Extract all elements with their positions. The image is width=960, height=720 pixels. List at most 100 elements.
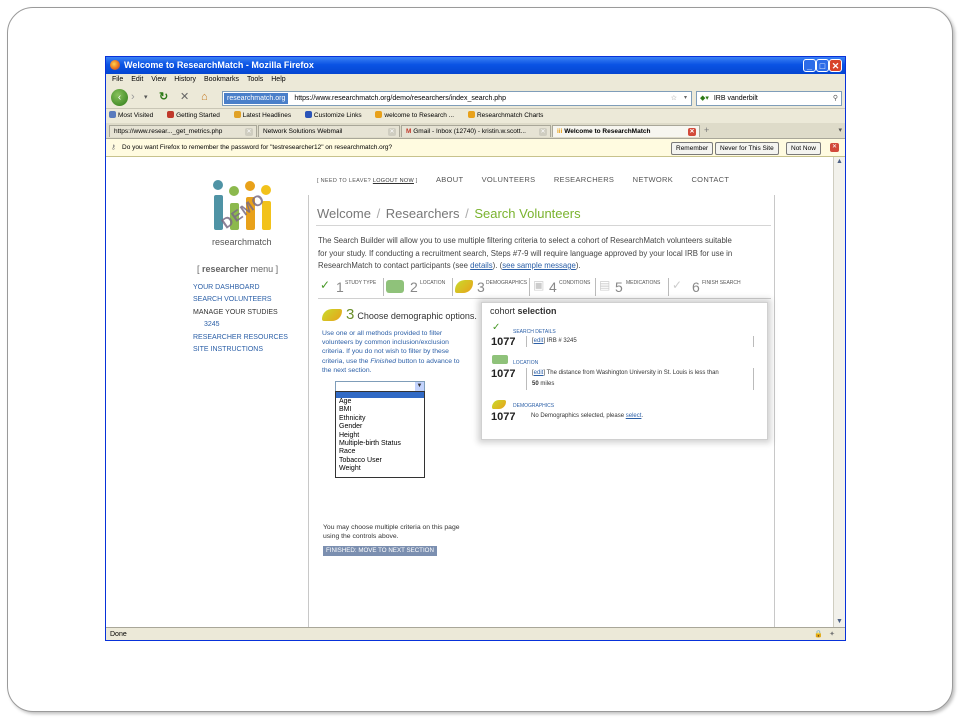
logo-dot	[245, 181, 255, 191]
step-divider	[595, 278, 596, 296]
never-for-site-button[interactable]: Never for This Site	[715, 142, 779, 155]
option-weight[interactable]: Weight	[336, 465, 424, 473]
home-icon[interactable]: ⌂	[201, 91, 208, 104]
close-tab-icon[interactable]: ✕	[245, 128, 253, 136]
close-tab-icon[interactable]: ✕	[539, 128, 547, 136]
close-tab-icon[interactable]: ✕	[388, 128, 396, 136]
nav-about[interactable]: ABOUT	[436, 175, 463, 184]
addon-icon[interactable]: ✦	[829, 628, 835, 640]
tab-webmail[interactable]: Network Solutions Webmail ✕	[258, 125, 400, 137]
menu-site-instructions[interactable]: SITE INSTRUCTIONS	[193, 344, 288, 357]
nav-contact[interactable]: CONTACT	[691, 175, 729, 184]
demographics-description: Use one or all methods provided to filte…	[322, 330, 460, 374]
researcher-menu-header: [ researcher menu ]	[197, 264, 279, 274]
minimize-button[interactable]: _	[803, 59, 816, 72]
new-tab-icon[interactable]: +	[704, 125, 709, 135]
search-engine-icon[interactable]: ◆▾	[700, 95, 709, 102]
menu-search-volunteers[interactable]: SEARCH VOLUNTEERS	[193, 294, 288, 307]
cohort-section-label: DEMOGRAPHICS	[513, 403, 555, 409]
tab-gmail[interactable]: M Gmail - Inbox (12740) - kristin.w.scot…	[401, 125, 551, 137]
scroll-up-icon[interactable]: ▲	[834, 157, 845, 167]
back-icon[interactable]: ‹	[111, 89, 128, 106]
chevron-down-icon[interactable]: ▼	[415, 382, 424, 391]
option-tobacco-user[interactable]: Tobacco User	[336, 457, 424, 465]
menu-history[interactable]: History	[174, 76, 196, 83]
bookmark-star-icon[interactable]: ☆	[671, 92, 677, 105]
checkmark-icon: ✓	[492, 322, 501, 333]
search-bar[interactable]: ◆▾ IRB vanderbilt ⚲	[696, 91, 842, 106]
logo-bar	[214, 195, 223, 230]
menu-dashboard[interactable]: YOUR DASHBOARD	[193, 282, 288, 295]
close-tab-icon[interactable]: ✕	[688, 128, 696, 136]
edit-link[interactable]: edit	[534, 370, 544, 376]
menu-edit[interactable]: Edit	[131, 76, 143, 83]
select-link[interactable]: select	[626, 413, 642, 419]
option-gender[interactable]: Gender	[336, 423, 424, 431]
url-dropdown-icon[interactable]: ▾	[684, 92, 687, 105]
breadcrumb-welcome[interactable]: Welcome	[317, 206, 371, 221]
not-now-button[interactable]: Not Now	[786, 142, 821, 155]
bookmark-icon	[109, 111, 116, 118]
menu-researcher-resources[interactable]: RESEARCHER RESOURCES	[193, 332, 288, 345]
cohort-count: 1077	[491, 411, 516, 423]
option-multiple-birth[interactable]: Multiple-birth Status	[336, 440, 424, 448]
cohort-count: 1077	[491, 336, 516, 348]
finished-next-section-button[interactable]: FINISHED: MOVE TO NEXT SECTION	[323, 546, 437, 556]
option-race[interactable]: Race	[336, 448, 424, 456]
logo-text: researchmatch	[212, 237, 272, 247]
scroll-down-icon[interactable]: ▼	[834, 617, 845, 627]
tab-researchmatch[interactable]: ііі Welcome to ResearchMatch ✕	[552, 125, 700, 137]
sample-message-link[interactable]: see sample message	[502, 261, 576, 270]
close-window-button[interactable]: ✕	[829, 59, 842, 72]
demographics-heading: 3 Choose demographic options.	[322, 306, 477, 323]
menu-file[interactable]: File	[112, 76, 123, 83]
tab-metrics[interactable]: https://www.resear..._get_metrics.php ✕	[109, 125, 257, 137]
site-identity-badge[interactable]: researchmatch.org	[224, 93, 289, 104]
intro-text: The Search Builder will allow you to use…	[318, 236, 733, 270]
cohort-search-details: [edit] IRB # 3245	[526, 336, 754, 347]
option-ethnicity[interactable]: Ethnicity	[336, 415, 424, 423]
bookmark-most-visited[interactable]: Most Visited	[106, 111, 159, 119]
close-notification-icon[interactable]: ✕	[830, 143, 839, 152]
option-age[interactable]: Age	[336, 398, 424, 406]
nav-volunteers[interactable]: VOLUNTEERS	[482, 175, 536, 184]
menu-tools[interactable]: Tools	[247, 76, 263, 83]
option-height[interactable]: Height	[336, 432, 424, 440]
search-input[interactable]: IRB vanderbilt	[714, 95, 758, 102]
stop-icon[interactable]: ✕	[180, 91, 189, 104]
bookmark-getting-started[interactable]: Getting Started	[167, 111, 226, 119]
remember-button[interactable]: Remember	[671, 142, 714, 155]
option-bmi[interactable]: BMI	[336, 406, 424, 414]
menu-study-3245[interactable]: 3245	[193, 319, 288, 332]
nav-researchers[interactable]: RESEARCHERS	[554, 175, 614, 184]
leaf-icon	[492, 400, 506, 409]
tab-list-icon[interactable]: ▾	[838, 126, 842, 134]
details-link[interactable]: details	[470, 261, 493, 270]
checkmark-icon: ✓	[672, 278, 683, 292]
firefox-logo-icon	[110, 60, 120, 70]
nav-network[interactable]: NETWORK	[633, 175, 673, 184]
menu-view[interactable]: View	[151, 76, 166, 83]
menu-bookmarks[interactable]: Bookmarks	[204, 76, 239, 83]
reload-icon[interactable]: ↻	[159, 91, 168, 104]
cohort-demographics-details: No Demographics selected, please select.	[531, 413, 644, 419]
edit-link[interactable]: edit	[534, 338, 544, 344]
bookmark-latest-headlines[interactable]: Latest Headlines	[233, 111, 297, 119]
menu-manage-studies[interactable]: MANAGE YOUR STUDIES	[193, 307, 288, 320]
bookmark-customize-links[interactable]: Customize Links	[304, 111, 368, 119]
demographic-options-list[interactable]: Age BMI Ethnicity Gender Height Multiple…	[335, 391, 425, 478]
bookmark-welcome-research[interactable]: welcome to Research ...	[375, 111, 460, 119]
search-icon[interactable]: ⚲	[833, 92, 838, 105]
forward-icon[interactable]: ›	[131, 91, 135, 104]
url-bar[interactable]: researchmatch.org https://www.researchma…	[222, 91, 692, 106]
page-scrollbar[interactable]: ▲ ▼	[833, 157, 845, 627]
status-bar: Done 🔒 ✦	[106, 627, 845, 640]
bookmark-researchmatch-charts[interactable]: Researchmatch Charts	[467, 111, 549, 119]
lock-icon[interactable]: 🔒	[814, 628, 823, 640]
maximize-button[interactable]: □	[816, 59, 829, 72]
breadcrumb-researchers[interactable]: Researchers	[386, 206, 460, 221]
logout-link[interactable]: LOGOUT NOW	[373, 178, 414, 184]
menu-help[interactable]: Help	[271, 76, 285, 83]
history-dropdown-icon[interactable]: ▾	[144, 91, 148, 104]
title-bar[interactable]: Welcome to ResearchMatch - Mozilla Firef…	[106, 57, 845, 74]
